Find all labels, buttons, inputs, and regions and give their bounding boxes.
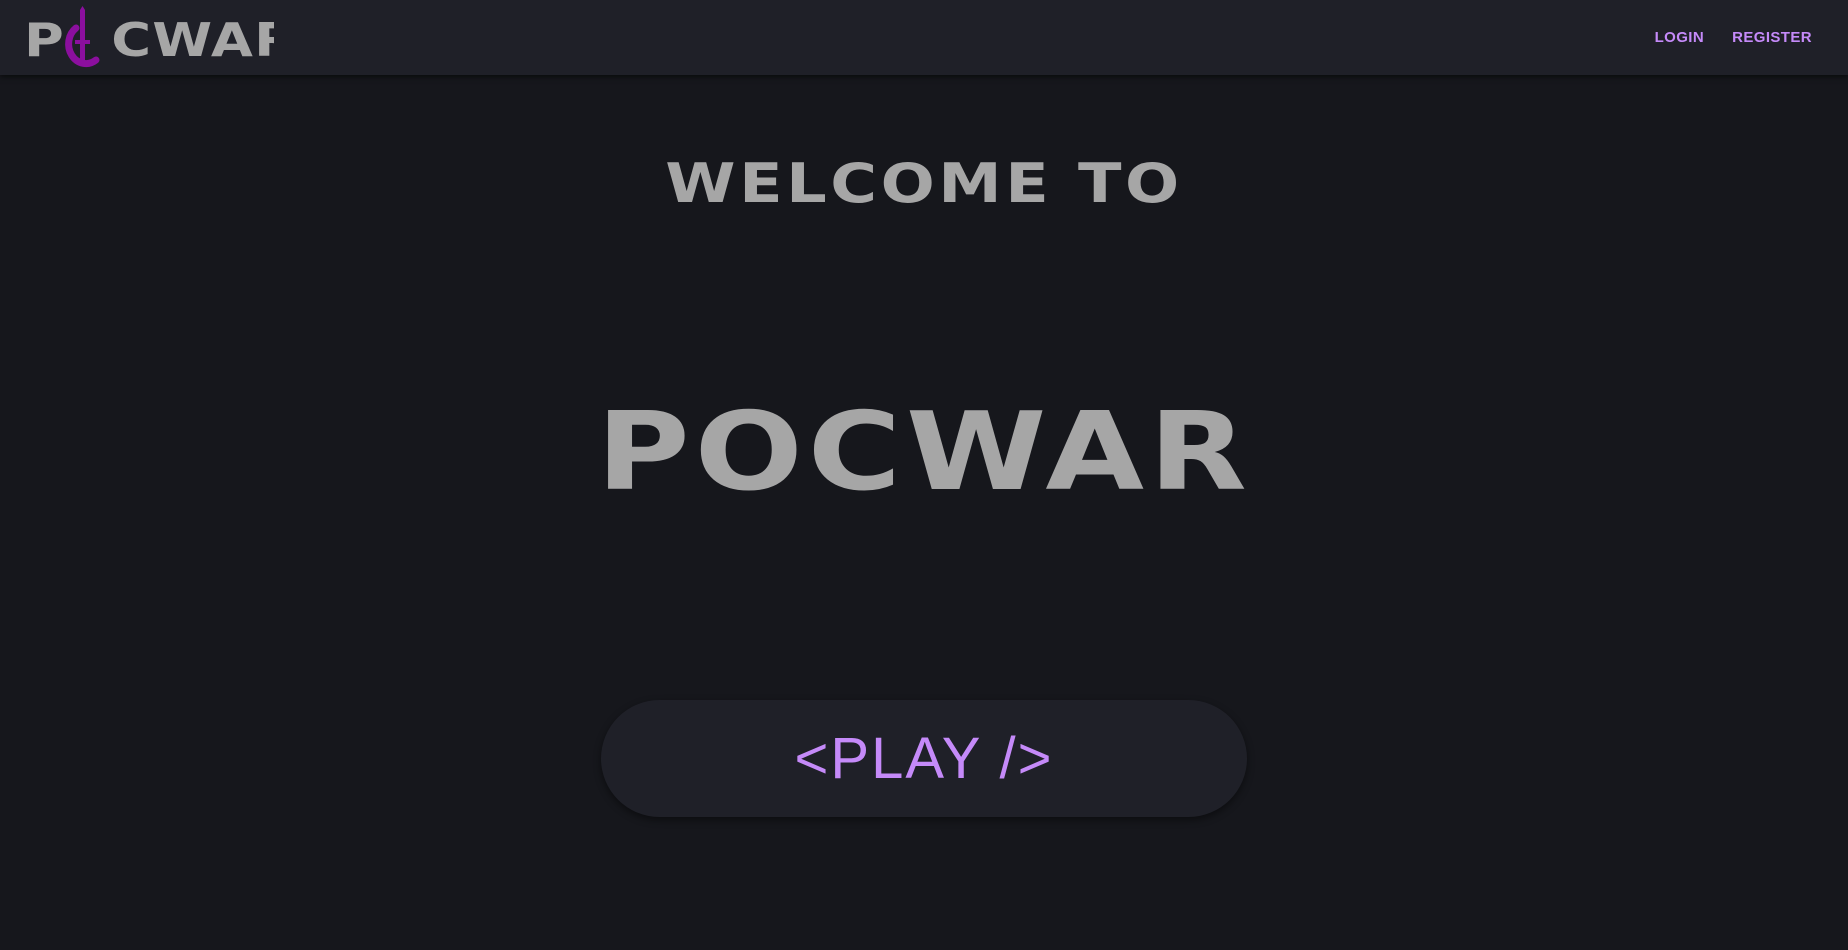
login-link[interactable]: LOGIN (1651, 23, 1709, 52)
play-button-label: <PLAY /> (794, 726, 1054, 791)
register-link[interactable]: REGISTER (1728, 23, 1816, 52)
top-navbar: P CWAR LOGIN REGISTER (0, 0, 1848, 75)
logo-letters-cwar: CWAR (111, 13, 274, 67)
game-title: POCWAR (596, 390, 1252, 515)
logo-image: P CWAR (24, 6, 274, 68)
sword-ring-icon (65, 6, 100, 68)
play-button[interactable]: <PLAY /> (601, 700, 1247, 817)
auth-nav: LOGIN REGISTER (1651, 0, 1816, 75)
app-logo[interactable]: P CWAR (24, 6, 274, 70)
logo-letter-p: P (24, 13, 65, 67)
welcome-heading: WELCOME TO (665, 152, 1183, 215)
